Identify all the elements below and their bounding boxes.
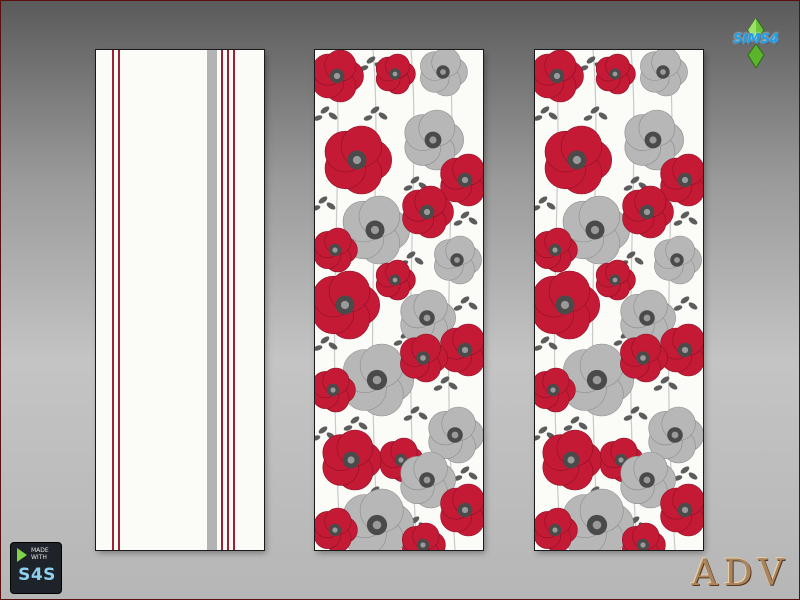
leaf (673, 220, 683, 226)
play-triangle-icon (17, 548, 27, 562)
red-stripe (112, 50, 114, 550)
leaf (688, 472, 698, 480)
leaf (328, 342, 338, 350)
leaf (363, 115, 373, 121)
leaf (548, 342, 558, 350)
leaf (688, 217, 698, 225)
leaf (468, 302, 478, 310)
leaf (433, 385, 443, 391)
leaf (315, 205, 321, 211)
poppy-pattern (535, 50, 703, 550)
red-poppy (375, 53, 416, 95)
leaf (358, 422, 368, 430)
leaf (418, 412, 428, 420)
red-poppy (595, 259, 636, 301)
leaf (546, 202, 556, 210)
leaf (578, 422, 588, 430)
leaf (548, 112, 558, 120)
red-stripe (118, 50, 120, 550)
leaf (623, 185, 633, 191)
sims4-logo: SIMS4 (728, 18, 784, 68)
leaf (653, 385, 663, 391)
red-stripe (221, 50, 223, 550)
leaf (638, 412, 648, 420)
sims4-logo-text: SIMS4 (733, 32, 779, 47)
red-poppy (542, 429, 602, 491)
red-poppy (660, 323, 703, 377)
red-poppy (660, 483, 703, 537)
leaf (453, 305, 463, 311)
leaf (535, 115, 543, 121)
leaf (326, 202, 336, 210)
leaf (393, 340, 403, 346)
leaf (328, 112, 338, 120)
grey-poppy (640, 50, 688, 97)
red-poppy (535, 270, 600, 340)
made-with-s4s-badge: MADE WITH S4S (10, 542, 62, 594)
leaf (453, 220, 463, 226)
red-poppy (595, 53, 636, 95)
grey-stripe (207, 50, 217, 550)
red-poppy (440, 323, 483, 377)
wallpaper-swatch-stripe[interactable] (96, 50, 264, 550)
red-stripe (227, 50, 229, 550)
leaf (688, 302, 698, 310)
grey-poppy (434, 235, 482, 285)
leaf (634, 257, 644, 265)
red-poppy (535, 50, 584, 103)
leaf (468, 472, 478, 480)
red-poppy (440, 483, 483, 537)
wallpaper-swatch-poppy[interactable] (535, 50, 703, 550)
leaf (378, 112, 388, 120)
leaf (315, 435, 321, 441)
badge-big-text: S4S (18, 565, 56, 585)
red-poppy (315, 50, 364, 103)
leaf (535, 345, 543, 351)
leaf (613, 340, 623, 346)
red-poppy (660, 153, 703, 207)
grey-poppy (420, 50, 468, 97)
leaf (414, 257, 424, 265)
leaf (315, 115, 323, 121)
red-poppy (324, 125, 393, 195)
leaf (673, 305, 683, 311)
red-poppy (322, 429, 382, 491)
leaf (468, 217, 478, 225)
leaf (535, 435, 541, 441)
leaf (598, 112, 608, 120)
leaf (535, 205, 541, 211)
red-poppy (544, 125, 613, 195)
adv-signature: ADV (691, 553, 790, 594)
leaf (315, 345, 323, 351)
red-stripe (233, 50, 235, 550)
leaf (403, 185, 413, 191)
red-poppy (315, 270, 380, 340)
wallpaper-swatch-poppy[interactable] (315, 50, 483, 550)
red-poppy (440, 153, 483, 207)
grey-poppy (654, 235, 702, 285)
badge-small-text: MADE WITH (31, 547, 49, 561)
poppy-pattern (315, 50, 483, 550)
leaf (583, 115, 593, 121)
red-poppy (375, 259, 416, 301)
